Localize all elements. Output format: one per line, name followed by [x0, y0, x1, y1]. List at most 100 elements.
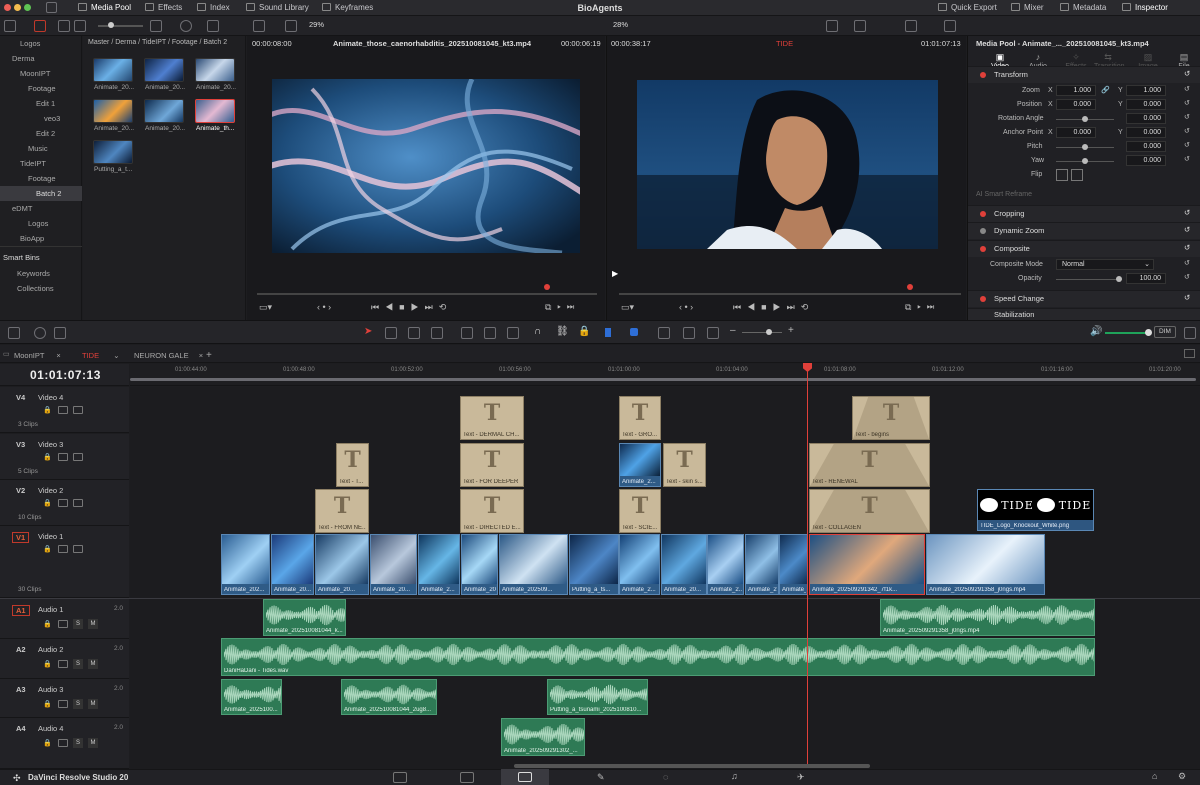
fusion-page-icon[interactable]: ✎: [597, 772, 605, 783]
index-button[interactable]: Index: [197, 0, 230, 16]
audio-clip[interactable]: Animate_202510081044_k...: [263, 599, 346, 636]
media-thumbnail[interactable]: [93, 140, 133, 164]
metadata-button[interactable]: Metadata: [1060, 0, 1106, 16]
bin-item[interactable]: Footage: [0, 171, 82, 186]
reset-icon[interactable]: ↺: [1184, 155, 1190, 163]
zoom-out-icon[interactable]: –: [730, 325, 736, 336]
title-clip[interactable]: T Text - COLLAGEN: [809, 489, 930, 533]
lock-icon[interactable]: 🔒: [43, 406, 52, 414]
lock-icon[interactable]: 🔒: [578, 326, 590, 337]
bin-item[interactable]: Edit 1: [0, 96, 82, 111]
ruler-scrollbar[interactable]: [130, 378, 1196, 381]
video-clip[interactable]: Animate_202509...: [499, 534, 568, 595]
lock-icon[interactable]: 🔒: [43, 453, 52, 461]
reset-icon[interactable]: ↺: [1184, 127, 1190, 135]
track-visibility-icon[interactable]: [73, 406, 83, 414]
reset-icon[interactable]: ↺: [1184, 259, 1190, 267]
mute-button[interactable]: M: [88, 699, 98, 709]
video-clip[interactable]: Animate_202509291358_j0ngs.mp4: [926, 534, 1045, 595]
source-view-options-icon[interactable]: ▭▾: [259, 302, 272, 313]
mute-button[interactable]: M: [88, 738, 98, 748]
title-clip[interactable]: T Text - FROM NE...: [315, 489, 369, 533]
track-visibility-icon[interactable]: [73, 545, 83, 553]
track-visibility-icon[interactable]: [73, 453, 83, 461]
timeline-list-icon[interactable]: ▭: [3, 350, 10, 358]
tab-tide[interactable]: TIDE ⌄: [82, 349, 119, 363]
timeline-jog-icon[interactable]: ‹ • ›: [679, 302, 693, 312]
audio-clip[interactable]: Putting_a_tsunami_2025100810...: [547, 679, 648, 715]
bin-item[interactable]: Edit 2: [0, 126, 82, 141]
video-clip[interactable]: Animate_202509291342_7f1k...: [809, 534, 925, 595]
bin-item[interactable]: eDMT: [0, 201, 82, 216]
opacity-field[interactable]: 100.00: [1126, 273, 1166, 284]
video-clip[interactable]: Putting_a_ts...: [569, 534, 619, 595]
stabilization-section[interactable]: Stabilization: [968, 308, 1200, 320]
dynamic-trim-icon[interactable]: [431, 327, 443, 339]
track-target-icon[interactable]: [58, 406, 68, 414]
sound-library-button[interactable]: Sound Library: [246, 0, 309, 16]
video-clip[interactable]: Animate_20...: [779, 534, 808, 595]
video-clip[interactable]: Animate_20...: [661, 534, 707, 595]
rotation-slider[interactable]: [1056, 116, 1114, 122]
bin-item[interactable]: Music: [0, 141, 82, 156]
sort-icon[interactable]: [207, 20, 219, 32]
audio-clip[interactable]: DaniHaDani - Tides.wav: [221, 638, 1095, 676]
bin-item[interactable]: Derma: [0, 51, 82, 66]
workspace-icon[interactable]: [46, 2, 57, 13]
video-clip[interactable]: Animate_2...: [745, 534, 779, 595]
close-window-icon[interactable]: [4, 4, 11, 11]
cut-page-icon[interactable]: [460, 772, 474, 783]
zoom-x-field[interactable]: 1.000: [1056, 85, 1096, 96]
media-thumbnail[interactable]: [144, 58, 184, 82]
selection-tool-icon[interactable]: ➤: [364, 326, 372, 337]
layout-icon[interactable]: [4, 20, 16, 32]
video-clip[interactable]: Animate_2...: [707, 534, 744, 595]
timeline-playhead[interactable]: [907, 284, 913, 290]
composite-section[interactable]: Composite ↺: [968, 240, 1200, 257]
zoom-detail-icon[interactable]: [683, 327, 695, 339]
bin-item[interactable]: Batch 2: [0, 186, 82, 201]
title-clip[interactable]: T Text - T...: [336, 443, 369, 487]
audio-clip[interactable]: Animate_202509291302_...: [501, 718, 585, 756]
keyframes-button[interactable]: Keyframes: [322, 0, 373, 16]
source-playhead[interactable]: [544, 284, 550, 290]
home-icon[interactable]: ⌂: [1152, 771, 1157, 781]
reset-icon[interactable]: ↺: [1184, 85, 1190, 93]
link-icon[interactable]: [34, 20, 46, 32]
source-mode-icon[interactable]: [285, 20, 297, 32]
source-transport-controls[interactable]: ⏮◀■▶⏭⟲: [371, 302, 452, 313]
settings-gear-icon[interactable]: ⚙: [1178, 771, 1186, 782]
flip-vertical-icon[interactable]: [1071, 169, 1083, 181]
source-viewer-layout-icon[interactable]: [253, 20, 265, 32]
timeline-zoom-select[interactable]: 28%: [613, 20, 628, 29]
timeline-insert-controls[interactable]: ⧉▸⏭: [905, 302, 940, 313]
media-thumbnail[interactable]: [144, 99, 184, 123]
position-y-field[interactable]: 0.000: [1126, 99, 1166, 110]
snapping-icon[interactable]: ∩: [534, 326, 541, 337]
dynamic-zoom-section[interactable]: Dynamic Zoom ↺: [968, 222, 1200, 239]
track-visibility-icon[interactable]: [73, 499, 83, 507]
timeline-scrubber[interactable]: [619, 293, 961, 295]
expand-timeline-icon[interactable]: [1184, 349, 1195, 358]
reset-icon[interactable]: ↺: [1184, 113, 1190, 121]
marker-icon[interactable]: [630, 328, 638, 336]
lock-icon[interactable]: 🔒: [43, 660, 52, 668]
lock-icon[interactable]: 🔒: [43, 499, 52, 507]
viewer-mode-icon[interactable]: [826, 20, 838, 32]
logo-clip[interactable]: TIDE TIDE TIDE_Logo_Knockout_White.png: [977, 489, 1094, 531]
video-clip[interactable]: Animate_2...: [619, 443, 661, 487]
video-clip[interactable]: Animate_2...: [619, 534, 660, 595]
breadcrumb[interactable]: Master / Derma / TideIPT / Footage / Bat…: [88, 39, 227, 46]
timeline-options-icon[interactable]: [1184, 327, 1196, 339]
linked-selection-icon[interactable]: ⛓: [556, 326, 569, 337]
media-pool-button[interactable]: Media Pool: [78, 0, 131, 16]
effects-button[interactable]: Effects: [145, 0, 182, 16]
tab-neuron-gale[interactable]: NEURON GALE ×: [134, 349, 203, 363]
inspector-button[interactable]: Inspector: [1122, 0, 1168, 16]
bin-item[interactable]: veo3: [0, 111, 82, 126]
flip-horizontal-icon[interactable]: [1056, 169, 1068, 181]
pitch-slider[interactable]: [1056, 144, 1114, 150]
video-clip[interactable]: Animate_20...: [370, 534, 417, 595]
timeline-frame-image[interactable]: [637, 80, 938, 249]
timeline-timecode[interactable]: 01:01:07:13: [30, 368, 101, 382]
